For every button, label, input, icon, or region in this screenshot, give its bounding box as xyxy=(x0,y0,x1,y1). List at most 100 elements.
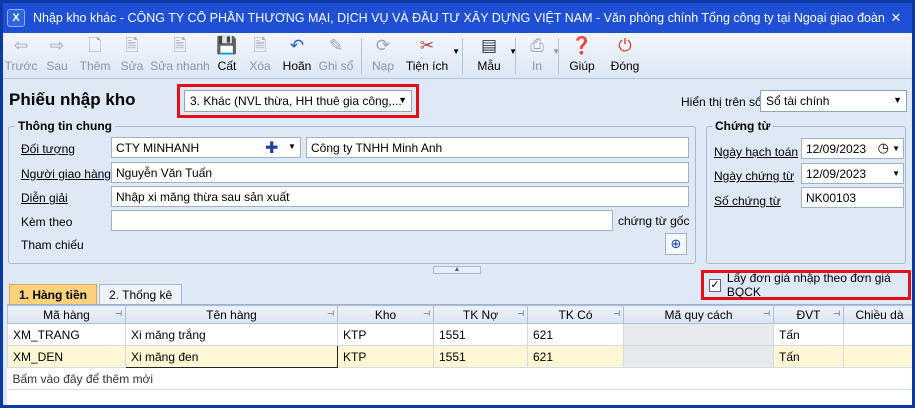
tab-goods-money[interactable]: 1. Hàng tiền xyxy=(9,284,98,304)
table-row[interactable]: XM_DEN Xi măng đen KTP 1551 621 Tấn xyxy=(7,345,912,368)
printer-icon: ⎙ xyxy=(530,36,544,55)
reference-label: Tham chiếu xyxy=(21,238,84,252)
detail-grid: Mã hàng ⊣ Tên hàng ⊣ Kho ⊣ TK Nợ ⊣ TK Có ⊣ Mã… xyxy=(7,304,912,405)
chevron-down-icon: ▼ xyxy=(398,95,407,105)
column-header[interactable]: Mã quy cách ⊣ xyxy=(623,305,774,324)
column-header[interactable]: Kho ⊣ xyxy=(337,305,434,324)
search-reference-icon[interactable]: ⊕ xyxy=(665,233,687,255)
add-object-icon[interactable]: ✚ xyxy=(265,138,278,158)
calendar-clock-icon[interactable]: ◷ xyxy=(878,140,889,156)
cell-item-name[interactable]: Xi măng trắng xyxy=(125,323,338,346)
average-price-label: Lấy đơn giá nhập theo đơn giá BQCK xyxy=(726,271,891,299)
average-price-checkbox[interactable]: ✓ xyxy=(709,278,721,292)
description-field[interactable]: Nhập xi măng thừa sau sản xuất xyxy=(111,186,689,207)
average-price-option[interactable]: ✓ Lấy đơn giá nhập theo đơn giá BQCK xyxy=(701,270,911,300)
pin-icon[interactable]: ⊣ xyxy=(327,309,334,318)
display-book-select[interactable]: Sổ tài chính ▼ xyxy=(760,90,907,112)
template-button[interactable]: ▤ Mẫu ▼ xyxy=(469,33,517,79)
cell-unit[interactable]: Tấn xyxy=(773,345,844,368)
add-button[interactable]: 🗋 Thêm xyxy=(75,33,115,79)
column-header[interactable]: ĐVT ⊣ xyxy=(773,305,844,324)
delete-button[interactable]: 🗎 Xóa xyxy=(243,33,277,79)
pin-icon[interactable]: ⊣ xyxy=(423,309,430,318)
toolbar-separator xyxy=(361,38,362,74)
cancel-button[interactable]: ↶ Hoãn xyxy=(277,33,317,79)
voucher-number-label: Số chứng từ xyxy=(714,194,781,208)
arrow-left-icon: ⇦ xyxy=(13,36,29,55)
close-power-icon: ⏻ xyxy=(618,36,632,55)
toolbar-separator xyxy=(462,38,463,74)
chevron-down-icon[interactable]: ▼ xyxy=(288,142,296,151)
cell-item-name[interactable]: Xi măng đen xyxy=(125,345,338,368)
column-header[interactable]: Chiều dà xyxy=(843,305,912,324)
cell-credit-account[interactable]: 621 xyxy=(527,323,624,346)
chevron-down-icon[interactable]: ▼ xyxy=(509,47,517,56)
voucher-number-field[interactable]: NK00103 xyxy=(801,187,904,208)
edit-button[interactable]: 🖹 Sửa xyxy=(115,33,149,79)
post-button[interactable]: ✎ Ghi sổ xyxy=(317,33,355,79)
column-header[interactable]: TK Nợ ⊣ xyxy=(433,305,528,324)
print-button[interactable]: ⎙ In ▼ xyxy=(522,33,560,79)
cell-warehouse[interactable]: KTP xyxy=(337,323,434,346)
cell-credit-account[interactable]: 621 xyxy=(527,345,624,368)
chevron-down-icon: ▼ xyxy=(893,95,902,105)
quick-edit-button[interactable]: 🖹 Sửa nhanh xyxy=(149,33,211,79)
next-button[interactable]: ⇨ Sau xyxy=(39,33,75,79)
cell-debit-account[interactable]: 1551 xyxy=(433,345,528,368)
reload-button[interactable]: ⟳ Nạp xyxy=(368,33,398,79)
template-icon: ▤ xyxy=(480,36,498,55)
column-header[interactable]: Mã hàng ⊣ xyxy=(7,305,126,324)
cell-spec-code[interactable] xyxy=(623,323,774,346)
prev-button[interactable]: ⇦ Trước xyxy=(3,33,39,79)
add-new-row[interactable]: Bấm vào đây để thêm mới xyxy=(7,367,912,390)
utilities-button[interactable]: ✂ Tiện ích ▼ xyxy=(398,33,460,79)
voucher-date-field[interactable]: 12/09/2023 ▼ xyxy=(801,163,904,184)
cell-spec-code[interactable] xyxy=(623,345,774,368)
pin-icon[interactable]: ⊣ xyxy=(613,309,620,318)
cell-length[interactable] xyxy=(843,345,912,368)
cell-debit-account[interactable]: 1551 xyxy=(433,323,528,346)
edit-document-icon: 🖹 xyxy=(125,36,139,55)
chevron-down-icon[interactable]: ▼ xyxy=(452,47,460,56)
original-document-label: chứng từ gốc xyxy=(618,214,690,228)
add-new-row-text[interactable]: Bấm vào đây để thêm mới xyxy=(7,367,912,390)
deliverer-field[interactable]: Nguyễn Văn Tuấn xyxy=(111,162,689,183)
cell-length[interactable] xyxy=(843,323,912,346)
table-row[interactable]: XM_TRANG Xi măng trắng KTP 1551 621 Tấn xyxy=(7,323,912,346)
add-document-icon: 🗋 xyxy=(88,36,102,55)
posting-date-field[interactable]: 12/09/2023 ◷ ▼ xyxy=(801,138,904,159)
general-info-title: Thông tin chung xyxy=(15,119,115,133)
close-window-icon[interactable]: ✕ xyxy=(886,8,906,28)
toolbar: ⇦ Trước ⇨ Sau 🗋 Thêm 🖹 Sửa 🖹 Sửa nhanh 💾 Cất 🗎… xyxy=(3,33,912,79)
help-button[interactable]: ❓ Giúp xyxy=(565,33,599,79)
tab-statistics[interactable]: 2. Thống kê xyxy=(99,284,183,304)
posting-date-label: Ngày hạch toán xyxy=(714,145,799,159)
cell-unit[interactable]: Tấn xyxy=(773,323,844,346)
grid-header-row: Mã hàng ⊣ Tên hàng ⊣ Kho ⊣ TK Nợ ⊣ TK Có ⊣ Mã… xyxy=(7,305,912,324)
description-label: Diễn giải xyxy=(21,191,68,205)
save-button[interactable]: 💾 Cất xyxy=(211,33,243,79)
voucher-type-select[interactable]: 3. Khác (NVL thừa, HH thuê gia công,... … xyxy=(184,90,412,112)
cell-warehouse[interactable]: KTP xyxy=(337,345,434,368)
voucher-form: Phiếu nhập kho 3. Khác (NVL thừa, HH thu… xyxy=(3,80,912,270)
cell-item-code[interactable]: XM_DEN xyxy=(7,345,126,368)
column-header[interactable]: TK Có ⊣ xyxy=(527,305,624,324)
pin-icon[interactable]: ⊣ xyxy=(763,309,770,318)
pin-icon[interactable]: ⊣ xyxy=(517,309,524,318)
chevron-down-icon[interactable]: ▼ xyxy=(892,144,900,153)
voucher-title: Chứng từ xyxy=(712,119,774,133)
arrow-right-icon: ⇨ xyxy=(49,36,65,55)
close-button[interactable]: ⏻ Đóng xyxy=(605,33,645,79)
pin-icon[interactable]: ⊣ xyxy=(115,309,122,318)
chevron-down-icon[interactable]: ▼ xyxy=(552,47,560,56)
splitter-handle[interactable]: ▲ xyxy=(433,266,481,274)
chevron-down-icon[interactable]: ▼ xyxy=(892,169,900,178)
undo-icon: ↶ xyxy=(289,36,305,55)
cell-item-code[interactable]: XM_TRANG xyxy=(7,323,126,346)
object-name-field[interactable]: Công ty TNHH Minh Anh xyxy=(306,137,689,158)
column-header[interactable]: Tên hàng ⊣ xyxy=(125,305,338,324)
window-title: Nhập kho khác - CÔNG TY CỔ PHẦN THƯƠNG M… xyxy=(33,11,886,25)
attachment-field[interactable] xyxy=(111,210,613,231)
pin-icon[interactable]: ⊣ xyxy=(833,309,840,318)
delete-document-icon: 🗎 xyxy=(253,36,267,55)
